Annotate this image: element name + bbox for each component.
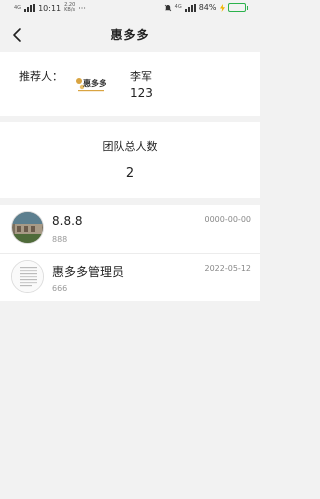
- signal-type-right: 4G: [174, 4, 182, 10]
- charging-icon: [219, 3, 225, 12]
- team-count-label: 团队总人数: [102, 140, 158, 153]
- member-sub: 888: [52, 235, 68, 244]
- battery-percent: 84%: [198, 3, 217, 12]
- nav-bar: 惠多多: [0, 18, 260, 52]
- status-right: 4G 84%: [164, 3, 248, 12]
- net-speed: 2.20 KB/s: [64, 3, 75, 13]
- member-list: 8.8.8 888 0000-00-00 惠多多管理员 666 2022-05-…: [0, 205, 260, 301]
- member-sub: 666: [52, 284, 68, 293]
- network-type: 4G: [14, 4, 22, 11]
- battery-icon: [227, 3, 248, 12]
- brand-logo: 惠多多: [76, 78, 106, 92]
- referrer-id: 123: [130, 86, 153, 100]
- page-title: 惠多多: [110, 28, 150, 42]
- member-name: 8.8.8: [52, 214, 83, 228]
- document-avatar-icon: [12, 261, 43, 292]
- photo-avatar-icon: [12, 212, 43, 243]
- member-date: 2022-05-12: [204, 264, 252, 273]
- referrer-name: 李军: [130, 70, 152, 83]
- clock: 10:11: [38, 3, 62, 13]
- net-speed-unit: KB/s: [64, 7, 76, 13]
- referrer-card: 推荐人： 惠多多 李军 123: [0, 52, 260, 116]
- avatar: [11, 260, 44, 293]
- member-name: 惠多多管理员: [52, 265, 125, 279]
- list-item[interactable]: 惠多多管理员 666 2022-05-12: [0, 253, 260, 301]
- team-count-value: 2: [125, 166, 135, 181]
- signal-icon-right: [184, 3, 196, 12]
- team-count-card: 团队总人数 2: [0, 122, 260, 198]
- status-left: 4G 10:11 2.20 KB/s ···: [14, 3, 86, 13]
- avatar: [11, 211, 44, 244]
- member-date: 0000-00-00: [204, 215, 252, 224]
- alarm-off-icon: [164, 4, 171, 11]
- referrer-label: 推荐人：: [19, 70, 63, 83]
- signal-icon: [24, 4, 36, 12]
- svg-text:惠多多: 惠多多: [83, 78, 106, 88]
- list-item[interactable]: 8.8.8 888 0000-00-00: [0, 205, 260, 253]
- status-bar: 4G 10:11 2.20 KB/s ··· 4G 84%: [0, 0, 260, 18]
- more-dots: ···: [78, 3, 86, 13]
